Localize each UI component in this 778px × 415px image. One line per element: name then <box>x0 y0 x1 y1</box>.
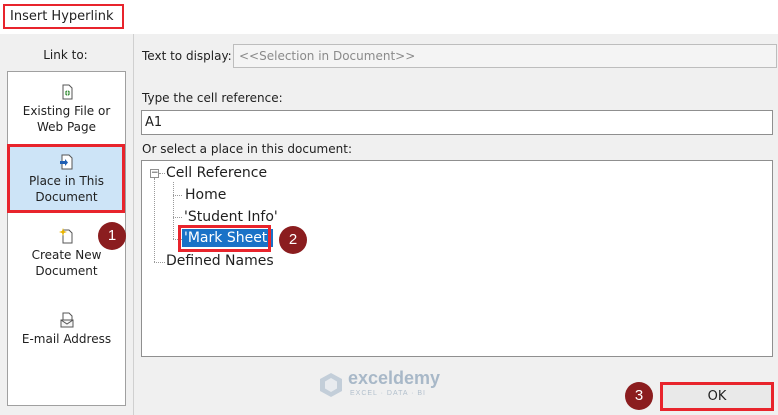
email-address-button[interactable]: E-mail Address <box>8 312 125 362</box>
tree-node-defined-names[interactable]: Defined Names <box>166 252 274 270</box>
step-badge-1: 1 <box>98 222 126 250</box>
tree-node-student-info[interactable]: 'Student Info' <box>184 208 278 226</box>
collapse-icon[interactable]: − <box>150 169 159 178</box>
place-tree-view[interactable]: − Cell Reference Home 'Student Info' 'Ma… <box>141 160 773 357</box>
exceldemy-logo-icon <box>320 373 342 397</box>
existing-file-label-1: Existing File or <box>22 104 111 118</box>
file-icon <box>62 84 72 100</box>
link-to-label: Link to: <box>43 48 88 62</box>
text-to-display-label: Text to display: <box>142 49 232 63</box>
mark-sheet-highlight <box>178 225 271 252</box>
create-new-document-label-1: Create New <box>31 248 102 262</box>
tree-node-home[interactable]: Home <box>185 186 226 204</box>
new-document-icon <box>58 228 72 244</box>
watermark-name: exceldemy <box>348 368 441 388</box>
cell-reference-label: Type the cell reference: <box>142 91 283 105</box>
step-badge-3: 3 <box>625 382 653 410</box>
text-to-display-field[interactable]: <<Selection in Document>> <box>233 44 777 68</box>
tree-connector <box>154 262 165 263</box>
place-in-document-list-label: Or select a place in this document: <box>142 142 352 156</box>
existing-file-button[interactable]: Existing File or Web Page <box>8 84 125 146</box>
existing-file-label-2: Web Page <box>36 120 97 134</box>
watermark-tagline: EXCEL · DATA · BI <box>350 390 426 397</box>
place-in-document-highlight <box>7 144 125 213</box>
tree-connector <box>173 217 182 218</box>
exceldemy-watermark: exceldemy EXCEL · DATA · BI <box>318 368 468 402</box>
tree-node-cell-reference[interactable]: Cell Reference <box>166 164 267 182</box>
create-new-document-label-2: Document <box>35 264 98 278</box>
step-badge-2: 2 <box>279 226 307 254</box>
panel-separator <box>133 34 134 415</box>
cell-reference-input[interactable]: A1 <box>141 110 773 135</box>
ok-button[interactable]: OK <box>660 382 774 411</box>
tree-connector <box>173 182 174 239</box>
tree-connector <box>173 195 182 196</box>
tree-connector <box>154 178 155 262</box>
dialog-title: Insert Hyperlink <box>3 4 124 29</box>
email-address-label: E-mail Address <box>21 332 112 346</box>
tree-connector <box>159 173 165 174</box>
email-icon <box>60 312 73 328</box>
